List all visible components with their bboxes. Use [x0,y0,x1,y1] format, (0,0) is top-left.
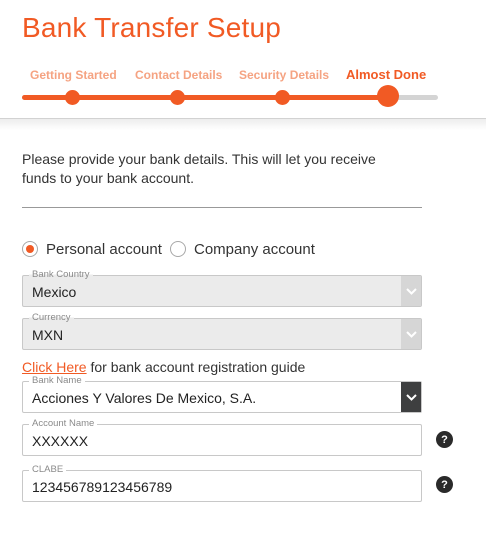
account-name-label: Account Name [29,418,98,429]
account-name-field[interactable]: Account Name XXXXXX [22,418,422,456]
progress-track [22,95,438,100]
header-shadow [0,118,486,130]
bank-name-dropdown-button[interactable] [401,382,421,412]
company-account-radio[interactable] [170,241,186,257]
personal-account-radio[interactable] [22,241,38,257]
chevron-down-icon [405,330,417,338]
bank-name-select[interactable]: Bank Name Acciones Y Valores De Mexico, … [22,375,422,413]
step-dot-security-details [275,90,290,105]
step-label-contact-details: Contact Details [135,68,223,82]
section-divider [22,207,422,208]
step-dot-almost-done [377,85,399,107]
personal-account-label: Personal account [46,240,162,258]
guide-link[interactable]: Click Here [22,359,87,375]
bank-country-dropdown-button[interactable] [401,276,421,306]
company-account-label: Company account [194,240,315,258]
question-mark-icon[interactable]: ? [436,476,453,493]
progress-stepper: Getting Started Contact Details Security… [22,62,438,112]
step-label-security-details: Security Details [239,68,330,82]
registration-guide: Click Here for bank account registration… [22,359,305,375]
question-mark-icon[interactable]: ? [436,431,453,448]
currency-value: MXN [32,327,64,343]
currency-select[interactable]: Currency MXN [22,312,422,350]
bank-country-select[interactable]: Bank Country Mexico [22,269,422,307]
clabe-value[interactable]: 123456789123456789 [32,479,172,495]
bank-name-label: Bank Name [29,375,85,386]
company-account-option[interactable]: Company account [170,240,315,258]
bank-country-value: Mexico [32,284,77,300]
intro-text: Please provide your bank details. This w… [22,151,376,186]
step-label-getting-started: Getting Started [30,68,117,82]
step-label-almost-done: Almost Done [346,67,427,82]
bank-country-label: Bank Country [29,269,93,280]
guide-suffix: for bank account registration guide [86,359,306,375]
account-name-value[interactable]: XXXXXX [32,433,88,449]
chevron-down-icon [405,393,417,401]
clabe-field[interactable]: CLABE 123456789123456789 [22,464,422,502]
chevron-down-icon [405,287,417,295]
currency-label: Currency [29,312,74,323]
bank-name-value: Acciones Y Valores De Mexico, S.A. [32,390,257,406]
currency-dropdown-button[interactable] [401,319,421,349]
step-dot-contact-details [170,90,185,105]
step-dot-getting-started [65,90,80,105]
page-title: Bank Transfer Setup [22,12,282,43]
personal-account-option[interactable]: Personal account [22,240,162,258]
clabe-label: CLABE [29,464,67,475]
